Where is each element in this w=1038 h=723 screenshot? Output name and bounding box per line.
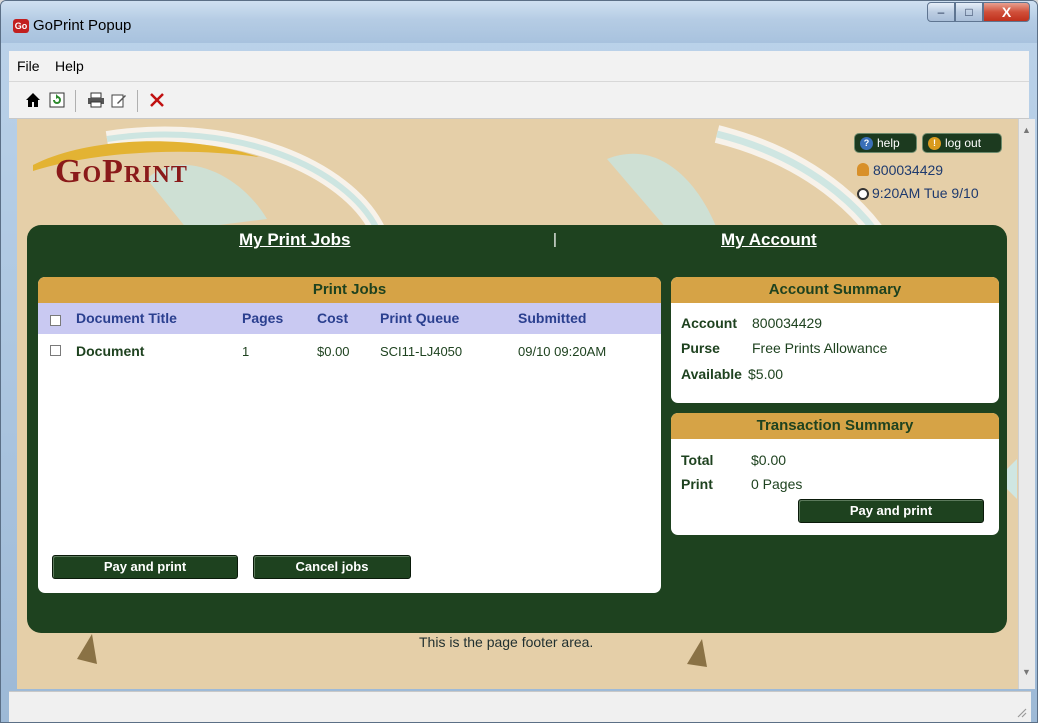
user-id: 800034429 bbox=[873, 162, 944, 178]
user-info: 800034429 bbox=[857, 162, 943, 178]
minimize-button[interactable]: – bbox=[927, 2, 955, 22]
transaction-summary-heading: Transaction Summary bbox=[671, 413, 999, 439]
delete-icon[interactable] bbox=[147, 90, 167, 110]
total-label: Total bbox=[681, 452, 714, 468]
print-jobs-card: Print Jobs Document Title Pages Cost Pri… bbox=[38, 277, 661, 593]
column-submitted[interactable]: Submitted bbox=[518, 305, 586, 331]
column-print-queue[interactable]: Print Queue bbox=[380, 305, 459, 331]
goprint-app-icon: Go bbox=[13, 19, 29, 33]
print-label: Print bbox=[681, 476, 713, 492]
page-footer: This is the page footer area. bbox=[419, 634, 594, 650]
print-row: Print 0 Pages bbox=[681, 476, 802, 492]
purse-row: Purse Free Prints Allowance bbox=[681, 340, 887, 356]
close-button[interactable]: X bbox=[983, 2, 1030, 22]
cancel-jobs-button[interactable]: Cancel jobs bbox=[253, 555, 411, 579]
purse-label: Purse bbox=[681, 340, 720, 356]
edit-icon[interactable] bbox=[109, 90, 129, 110]
account-row: Account 800034429 bbox=[681, 315, 822, 331]
menu-file[interactable]: File bbox=[17, 58, 40, 74]
purse-value: Free Prints Allowance bbox=[752, 340, 888, 356]
row-checkbox[interactable] bbox=[50, 345, 61, 356]
window-controls: – □ X bbox=[927, 2, 1030, 24]
select-all-checkbox[interactable] bbox=[50, 315, 61, 326]
logout-label: log out bbox=[945, 136, 982, 150]
scroll-up-icon[interactable]: ▲ bbox=[1022, 125, 1031, 135]
cell-document-title: Document bbox=[76, 343, 145, 359]
minimize-icon: – bbox=[937, 5, 945, 19]
pay-and-print-button[interactable]: Pay and print bbox=[52, 555, 238, 579]
scroll-down-icon[interactable]: ▼ bbox=[1022, 667, 1031, 677]
datetime: 9:20AM Tue 9/10 bbox=[872, 185, 979, 201]
status-bar bbox=[9, 691, 1031, 722]
account-label: Account bbox=[681, 315, 737, 331]
maximize-button[interactable]: □ bbox=[955, 2, 983, 22]
cell-pages: 1 bbox=[242, 344, 250, 359]
cell-cost: $0.00 bbox=[317, 344, 350, 359]
toolbar bbox=[9, 82, 1029, 119]
title-bar[interactable]: Go GoPrint Popup – □ X bbox=[1, 1, 1037, 43]
app-window: Go GoPrint Popup – □ X File Help GoPrint… bbox=[0, 0, 1038, 723]
column-cost[interactable]: Cost bbox=[317, 305, 348, 331]
toolbar-divider bbox=[75, 90, 76, 112]
total-value: $0.00 bbox=[751, 452, 787, 468]
toolbar-divider bbox=[137, 90, 138, 112]
print-value: 0 Pages bbox=[751, 476, 803, 492]
help-icon: ? bbox=[860, 136, 873, 150]
datetime-info: 9:20AM Tue 9/10 bbox=[857, 185, 979, 201]
cell-submitted: 09/10 09:20AM bbox=[518, 344, 607, 359]
logout-icon: ! bbox=[928, 136, 941, 150]
transaction-summary-card: Transaction Summary Total $0.00 Print 0 … bbox=[671, 413, 999, 535]
close-icon: X bbox=[1001, 4, 1012, 20]
available-value: $5.00 bbox=[748, 366, 784, 382]
nav-my-print-jobs[interactable]: My Print Jobs bbox=[239, 230, 350, 250]
nav-my-account[interactable]: My Account bbox=[721, 230, 817, 250]
logo-text: GoPrint bbox=[55, 153, 188, 190]
available-label: Available bbox=[681, 366, 742, 382]
maximize-icon: □ bbox=[965, 5, 973, 19]
column-pages[interactable]: Pages bbox=[242, 305, 283, 331]
resize-grip-icon[interactable] bbox=[1015, 706, 1027, 718]
user-icon bbox=[857, 163, 869, 176]
account-summary-heading: Account Summary bbox=[671, 277, 999, 303]
menu-bar: File Help bbox=[9, 51, 1029, 82]
available-row: Available $5.00 bbox=[681, 366, 783, 382]
window-title: GoPrint Popup bbox=[33, 17, 132, 34]
print-jobs-table-header: Document Title Pages Cost Print Queue Su… bbox=[38, 303, 661, 334]
cell-print-queue: SCI11-LJ4050 bbox=[380, 344, 463, 359]
help-label: help bbox=[877, 136, 900, 150]
goprint-logo: GoPrint bbox=[27, 131, 267, 201]
clock-icon bbox=[857, 188, 869, 200]
total-row: Total $0.00 bbox=[681, 452, 786, 468]
print-jobs-heading: Print Jobs bbox=[38, 277, 661, 303]
table-row[interactable]: Document 1 $0.00 SCI11-LJ4050 09/10 09:2… bbox=[38, 334, 661, 362]
account-value: 800034429 bbox=[752, 315, 823, 331]
transaction-pay-and-print-button[interactable]: Pay and print bbox=[798, 499, 984, 523]
refresh-icon[interactable] bbox=[47, 90, 67, 110]
print-icon[interactable] bbox=[86, 90, 106, 110]
nav-separator: | bbox=[553, 231, 557, 248]
help-button[interactable]: ? help bbox=[854, 133, 917, 153]
menu-help[interactable]: Help bbox=[55, 58, 84, 74]
home-icon[interactable] bbox=[23, 90, 43, 110]
main-panel: My Print Jobs | My Account Print Jobs Do… bbox=[27, 225, 1007, 633]
logout-button[interactable]: ! log out bbox=[922, 133, 1002, 153]
vertical-scrollbar[interactable]: ▲ ▼ bbox=[1018, 119, 1035, 689]
web-content: GoPrint ? help ! log out 800034429 9:20A… bbox=[17, 119, 1018, 689]
account-summary-card: Account Summary Account 800034429 Purse … bbox=[671, 277, 999, 403]
column-document-title[interactable]: Document Title bbox=[76, 305, 177, 331]
